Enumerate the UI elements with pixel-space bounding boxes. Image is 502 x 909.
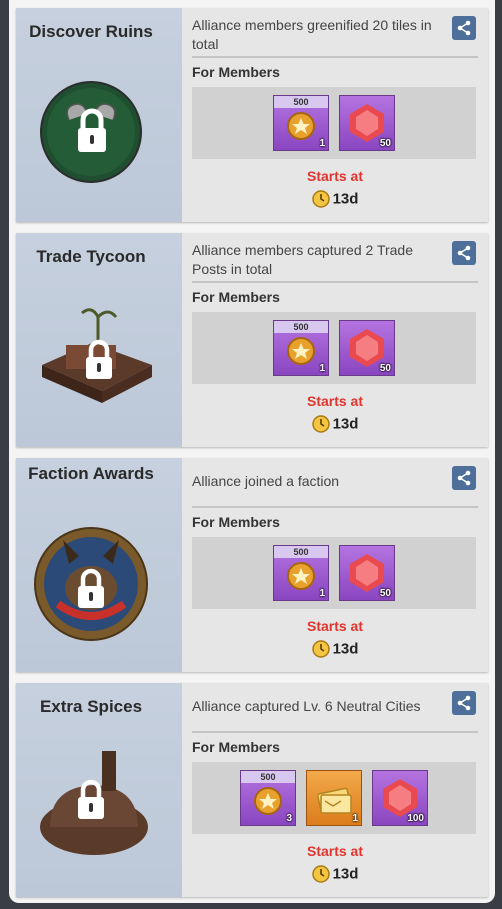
card-title: Discover Ruins xyxy=(29,22,153,41)
card-title: Trade Tycoon xyxy=(36,247,146,266)
card-details: Alliance members captured 2 Trade Posts … xyxy=(182,233,488,447)
share-button[interactable] xyxy=(452,241,476,265)
reward-tray: 500 3 1 100 xyxy=(192,762,476,834)
divider xyxy=(192,506,478,508)
reward-tray: 500 1 50 xyxy=(192,87,476,159)
achievement-description: Alliance joined a faction xyxy=(192,473,340,489)
starts-at-label: Starts at xyxy=(306,843,364,859)
for-members-label: For Members xyxy=(192,289,280,305)
card-emblem-area: Faction Awards xyxy=(16,458,182,672)
starts-at-label: Starts at xyxy=(306,168,364,184)
reward-quantity: 1 xyxy=(319,138,325,149)
locked-emblem-icon[interactable] xyxy=(34,287,164,417)
card-emblem-area: Discover Ruins xyxy=(16,8,182,222)
share-button[interactable] xyxy=(452,691,476,715)
reward-ruby[interactable]: 50 xyxy=(339,545,395,601)
achievement-description: Alliance captured Lv. 6 Neutral Cities xyxy=(192,698,421,714)
for-members-label: For Members xyxy=(192,514,280,530)
achievement-card-faction-awards: Faction Awards Alliance joined a faction… xyxy=(16,458,488,672)
reward-quantity: 50 xyxy=(379,363,391,374)
reward-tag: 500 xyxy=(274,96,328,108)
time-remaining: 13d xyxy=(332,415,359,433)
reward-gold-ticket[interactable]: 1 xyxy=(306,770,362,826)
achievement-description: Alliance members greenified 20 tiles in … xyxy=(192,17,432,52)
starts-at-label: Starts at xyxy=(306,393,364,409)
share-icon xyxy=(457,695,471,711)
card-title: Extra Spices xyxy=(39,697,143,716)
countdown-timer: 13d xyxy=(182,415,488,433)
for-members-label: For Members xyxy=(192,739,280,755)
share-button[interactable] xyxy=(452,16,476,40)
share-button[interactable] xyxy=(452,466,476,490)
share-icon xyxy=(457,245,471,261)
clock-icon xyxy=(311,415,330,433)
reward-badge[interactable]: 500 1 xyxy=(273,320,329,376)
achievement-card-discover-ruins: Discover Ruins Alliance members greenifi… xyxy=(16,8,488,222)
share-icon xyxy=(457,470,471,486)
reward-quantity: 50 xyxy=(379,588,391,599)
reward-tag: 500 xyxy=(274,321,328,333)
clock-icon xyxy=(311,190,330,208)
reward-quantity: 100 xyxy=(407,813,424,824)
reward-tray: 500 1 50 xyxy=(192,312,476,384)
card-details: Alliance captured Lv. 6 Neutral Cities F… xyxy=(182,683,488,897)
countdown-timer: 13d xyxy=(182,865,488,883)
achievement-card-extra-spices: Extra Spices Alliance captured Lv. 6 Neu… xyxy=(16,683,488,897)
reward-quantity: 1 xyxy=(352,813,358,824)
card-details: Alliance joined a faction For Members 50… xyxy=(182,458,488,672)
reward-ruby[interactable]: 100 xyxy=(372,770,428,826)
divider xyxy=(192,56,478,58)
reward-ruby[interactable]: 50 xyxy=(339,95,395,151)
reward-badge[interactable]: 500 1 xyxy=(273,95,329,151)
card-details: Alliance members greenified 20 tiles in … xyxy=(182,8,488,222)
clock-icon xyxy=(311,865,330,883)
divider xyxy=(192,281,478,283)
countdown-timer: 13d xyxy=(182,640,488,658)
share-icon xyxy=(457,20,471,36)
divider xyxy=(192,731,478,733)
reward-badge[interactable]: 500 3 xyxy=(240,770,296,826)
clock-icon xyxy=(311,640,330,658)
card-title: Faction Awards xyxy=(28,464,154,483)
reward-ruby[interactable]: 50 xyxy=(339,320,395,376)
time-remaining: 13d xyxy=(332,640,359,658)
reward-quantity: 50 xyxy=(379,138,391,149)
reward-tag: 500 xyxy=(241,771,295,783)
achievement-description: Alliance members captured 2 Trade Posts … xyxy=(192,242,413,277)
reward-tag: 500 xyxy=(274,546,328,558)
reward-quantity: 3 xyxy=(286,813,292,824)
time-remaining: 13d xyxy=(332,865,359,883)
reward-quantity: 1 xyxy=(319,588,325,599)
locked-emblem-icon[interactable] xyxy=(34,62,164,192)
achievement-card-trade-tycoon: Trade Tycoon Alliance members captured 2… xyxy=(16,233,488,447)
countdown-timer: 13d xyxy=(182,190,488,208)
reward-tray: 500 1 50 xyxy=(192,537,476,609)
locked-emblem-icon[interactable] xyxy=(34,737,164,867)
card-emblem-area: Extra Spices xyxy=(16,683,182,897)
for-members-label: For Members xyxy=(192,64,280,80)
time-remaining: 13d xyxy=(332,190,359,208)
starts-at-label: Starts at xyxy=(306,618,364,634)
reward-quantity: 1 xyxy=(319,363,325,374)
card-emblem-area: Trade Tycoon xyxy=(16,233,182,447)
locked-emblem-icon[interactable] xyxy=(34,512,164,642)
reward-badge[interactable]: 500 1 xyxy=(273,545,329,601)
